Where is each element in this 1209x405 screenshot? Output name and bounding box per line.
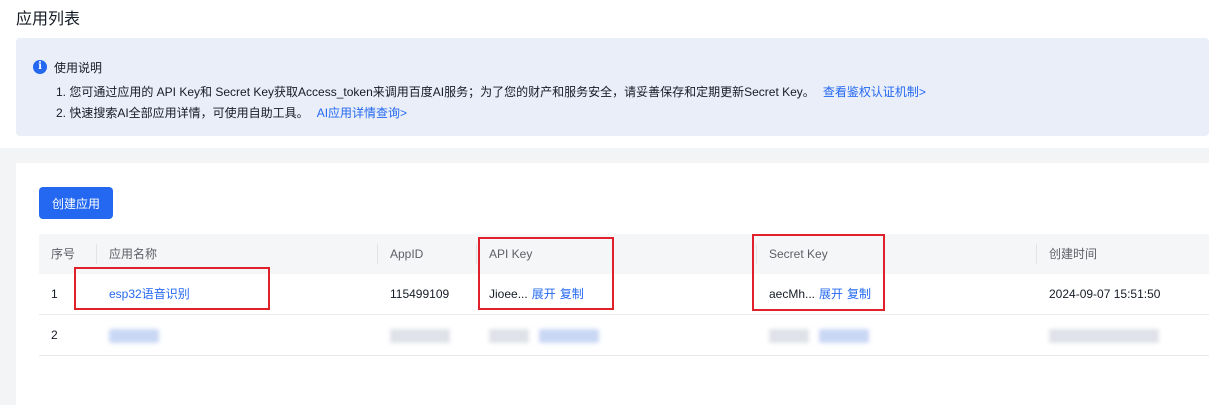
blurred-app-name: [109, 329, 159, 343]
column-separator: [1036, 244, 1037, 264]
header-index: 序号: [51, 247, 76, 261]
column-separator: [96, 244, 97, 264]
app-detail-query-link[interactable]: AI应用详情查询>: [317, 106, 407, 120]
column-separator: [377, 244, 378, 264]
app-table: 序号 应用名称 AppID API Key Secret Key 创建时间 1 …: [39, 234, 1209, 356]
usage-notice: i 使用说明 1. 您可通过应用的 API Key和 Secret Key获取A…: [16, 38, 1209, 136]
header-app-name: 应用名称: [109, 247, 158, 261]
blurred-api-key: [489, 329, 529, 343]
row-index: 1: [51, 287, 58, 301]
header-api-key: API Key: [489, 247, 533, 261]
table-row: 1 esp32语音识别 115499109 Jioee... 展开 复制 aecMh…: [39, 274, 1209, 315]
api-key-cell: Jioee... 展开 复制: [489, 274, 584, 314]
created-time: 2024-09-07 15:51:50: [1049, 287, 1161, 301]
header-section: 应用列表 i 使用说明 1. 您可通过应用的 API Key和 Secret K…: [0, 0, 1209, 148]
blurred-secret-key: [769, 329, 809, 343]
api-key-masked: Jioee...: [489, 287, 528, 301]
header-appid: AppID: [390, 247, 424, 261]
blurred-secret-key-actions: [819, 329, 869, 343]
header-secret-key: Secret Key: [769, 247, 828, 261]
column-separator: [476, 244, 477, 264]
api-key-expand-link[interactable]: 展开: [532, 287, 556, 301]
blurred-created-time: [1049, 329, 1159, 343]
app-list-card: 创建应用 序号 应用名称 AppID API Key Secret Key 创建…: [16, 163, 1209, 405]
table-header: 序号 应用名称 AppID API Key Secret Key 创建时间: [39, 234, 1209, 274]
secret-key-expand-link[interactable]: 展开: [819, 287, 843, 301]
info-icon: i: [33, 60, 47, 74]
notice-line-2-text: 2. 快速搜索AI全部应用详情，可使用自助工具。: [56, 106, 309, 120]
secret-key-copy-link[interactable]: 复制: [847, 287, 871, 301]
notice-title: 使用说明: [54, 61, 103, 75]
notice-line-1: 1. 您可通过应用的 API Key和 Secret Key获取Access_t…: [56, 83, 926, 100]
page-title: 应用列表: [16, 11, 81, 28]
app-name-link[interactable]: esp32语音识别: [109, 274, 190, 314]
api-key-copy-link[interactable]: 复制: [560, 287, 584, 301]
notice-line-2: 2. 快速搜索AI全部应用详情，可使用自助工具。 AI应用详情查询>: [56, 104, 407, 121]
row-index: 2: [51, 328, 58, 342]
blurred-api-key-actions: [539, 329, 599, 343]
blurred-app-id: [390, 329, 450, 343]
header-created-time: 创建时间: [1049, 247, 1098, 261]
auth-mechanism-link[interactable]: 查看鉴权认证机制>: [823, 85, 926, 99]
notice-line-1-text: 1. 您可通过应用的 API Key和 Secret Key获取Access_t…: [56, 85, 815, 99]
app-id: 115499109: [390, 287, 450, 301]
column-separator: [756, 244, 757, 264]
secret-key-cell: aecMh... 展开 复制: [769, 274, 871, 314]
create-app-button[interactable]: 创建应用: [39, 187, 113, 219]
table-row: 2: [39, 315, 1209, 356]
secret-key-masked: aecMh...: [769, 287, 816, 301]
